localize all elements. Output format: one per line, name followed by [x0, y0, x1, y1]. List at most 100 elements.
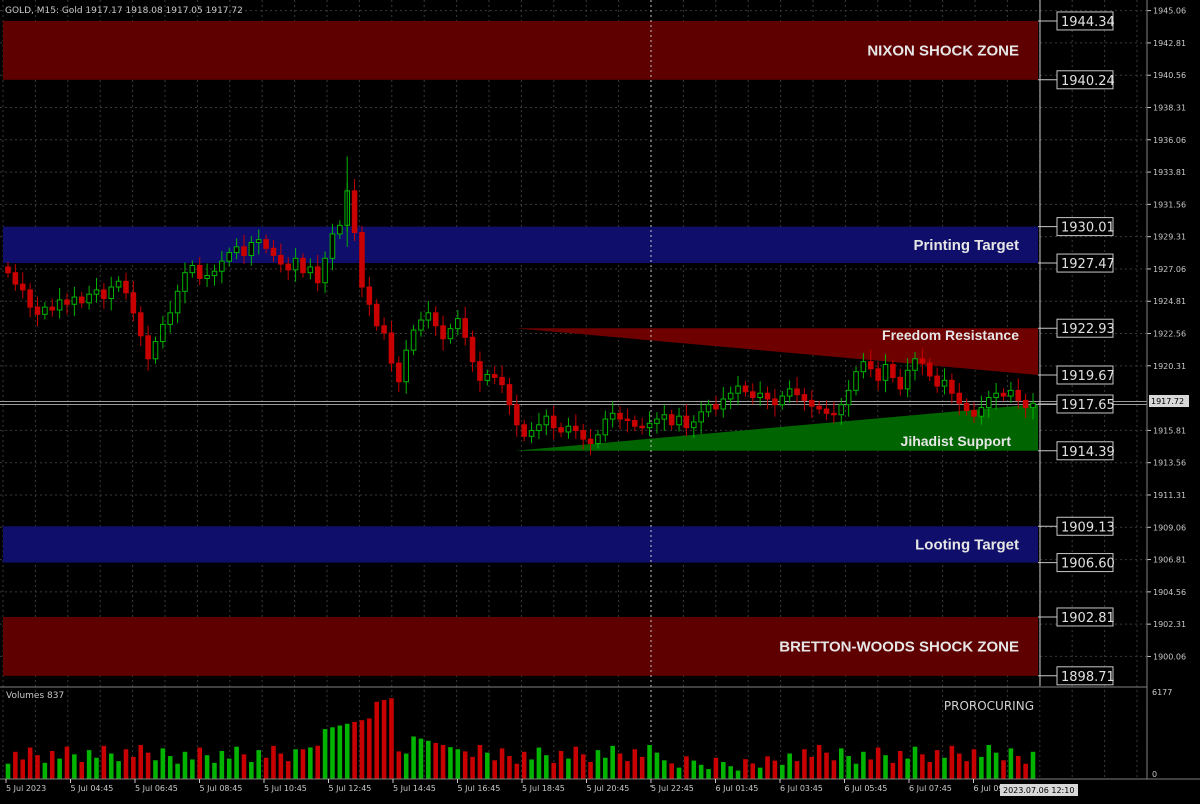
volume-bar: [580, 754, 586, 779]
volume-bar: [632, 749, 638, 779]
candle-body: [565, 425, 572, 433]
volume-bar: [772, 760, 778, 779]
volume-bar: [794, 761, 800, 779]
volume-bar: [529, 759, 534, 779]
volume-bar: [123, 749, 129, 779]
candle-body: [735, 385, 741, 394]
volume-bar: [418, 738, 424, 779]
price-tick-label: 1902.31: [1153, 620, 1186, 629]
volume-bar: [190, 759, 195, 779]
price-tick-label: 1906.81: [1153, 556, 1186, 565]
candle-body: [764, 392, 771, 400]
candle-body: [322, 257, 328, 284]
volume-bar: [101, 745, 107, 779]
candle-body: [418, 319, 424, 331]
volume-bar: [359, 720, 365, 779]
price-tick-label: 1927.06: [1153, 265, 1186, 274]
price-label-text: 1927.47: [1061, 257, 1115, 272]
candle-body: [189, 265, 196, 274]
candle-body: [993, 392, 999, 399]
volume-bar: [175, 763, 180, 779]
volume-axis-max: 6177: [1152, 688, 1172, 697]
time-tick-label: 5 Jul 14:45: [393, 784, 436, 793]
volume-bar: [1001, 760, 1006, 779]
candle-body: [912, 358, 918, 371]
trading-chart[interactable]: NIXON SHOCK ZONE Printing Target Looting T…: [0, 0, 1200, 800]
volume-bar: [691, 760, 697, 779]
candle-body: [580, 430, 586, 440]
volume-bar: [337, 725, 343, 779]
volume-bar: [462, 751, 468, 779]
candle-body: [403, 349, 409, 383]
candle-body: [19, 283, 26, 291]
candle-body: [233, 246, 240, 254]
volume-bar: [905, 758, 910, 779]
volume-bar: [300, 749, 306, 779]
volume-bar: [595, 750, 601, 779]
price-label-text: 1940.24: [1061, 74, 1115, 89]
candle-body: [904, 369, 911, 390]
price-tick-label: 1945.06: [1153, 7, 1186, 16]
time-tick-label: 5 Jul 18:45: [522, 784, 565, 793]
volume-bar: [779, 764, 785, 779]
candle-body: [219, 260, 225, 272]
volume-bar: [971, 749, 977, 779]
price-tick-label: 1942.81: [1153, 39, 1186, 48]
candle-body: [609, 412, 616, 420]
candle-body: [963, 402, 970, 411]
candle-body: [410, 329, 417, 351]
volume-bar: [566, 758, 571, 779]
candle-body: [381, 325, 387, 334]
candle-body: [985, 397, 992, 409]
candle-body: [949, 379, 955, 394]
candle-body: [867, 361, 874, 370]
time-tick-label: 5 Jul 12:45: [329, 784, 372, 793]
volume-bar: [79, 762, 85, 779]
volume-bar: [544, 755, 549, 779]
resistance-label: Freedom Resistance: [882, 327, 1019, 343]
candle-body: [978, 407, 985, 417]
volume-bar: [684, 756, 689, 779]
candle-body: [720, 398, 727, 410]
candle-body: [440, 325, 446, 340]
volume-bar: [706, 769, 711, 779]
candle-body: [152, 341, 159, 360]
candle-body: [890, 364, 896, 378]
volume-bar: [167, 756, 173, 779]
candle-body: [595, 434, 601, 444]
volume-bar: [927, 762, 933, 779]
candle-body: [64, 299, 70, 305]
volume-bar: [315, 745, 320, 779]
price-label-text: 1919.67: [1061, 369, 1115, 384]
volume-bar: [743, 759, 748, 779]
volume-bar: [735, 770, 741, 779]
candle-body: [1015, 389, 1022, 401]
volume-bar: [448, 747, 453, 779]
support-label: Jihadist Support: [901, 433, 1012, 449]
candle-body: [432, 312, 439, 327]
volume-bar: [182, 751, 188, 779]
chart-canvas[interactable]: NIXON SHOCK ZONE Printing Target Looting T…: [0, 0, 1200, 800]
candle-body: [86, 293, 92, 304]
candle-body: [661, 414, 668, 420]
candle-body: [698, 411, 704, 423]
volume-bar: [330, 727, 335, 779]
candle-body: [248, 242, 255, 256]
candle-body: [860, 361, 867, 373]
volume-bar: [676, 767, 682, 779]
volume-bar: [757, 767, 763, 779]
candle-body: [794, 388, 800, 396]
volume-bar: [344, 723, 350, 779]
chart-header-info: GOLD, M15: Gold 1917.17 1918.08 1917.05 …: [5, 6, 243, 16]
volume-bar: [212, 762, 217, 779]
volume-bar: [57, 758, 62, 779]
candle-body: [617, 412, 623, 420]
volume-bar: [131, 756, 136, 779]
price-label-text: 1917.65: [1061, 398, 1115, 413]
volume-bar: [654, 752, 660, 779]
volume-bar: [765, 756, 770, 779]
candle-body: [300, 257, 306, 274]
candle-body: [683, 415, 690, 429]
volume-bar: [20, 759, 26, 779]
volume-bar: [647, 745, 652, 779]
